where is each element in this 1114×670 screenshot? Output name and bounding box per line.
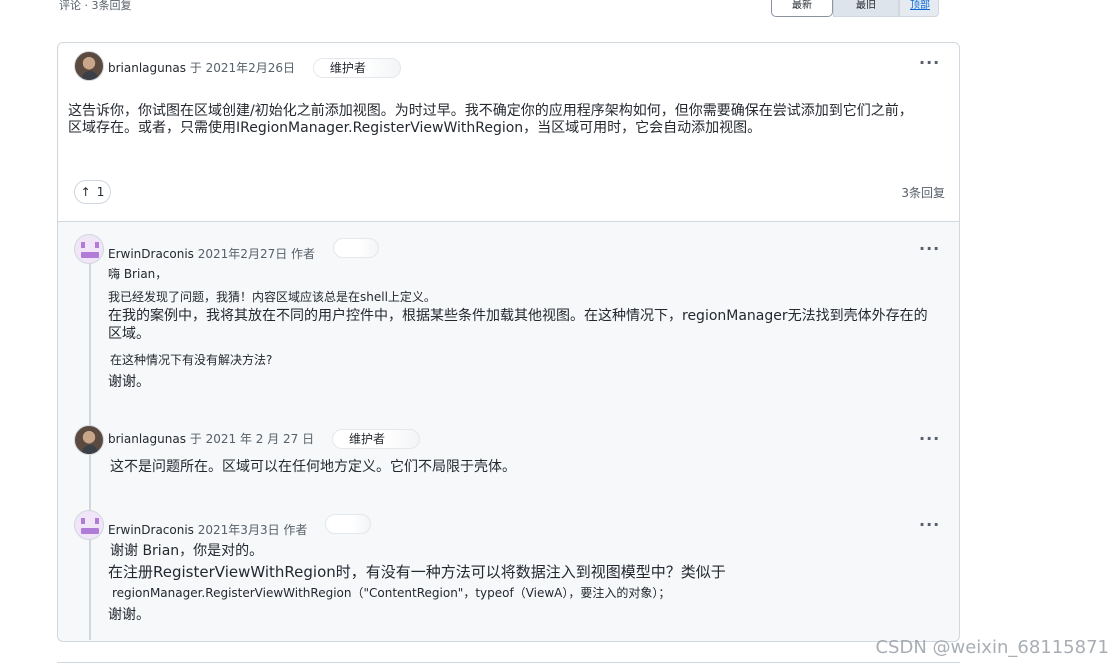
author-badge bbox=[332, 238, 379, 258]
upvote-count: 1 bbox=[96, 185, 105, 199]
comment-date[interactable]: 于 2021年2月26日 bbox=[190, 61, 295, 75]
maintainer-badge: 维护者 bbox=[331, 429, 420, 449]
more-options-icon[interactable]: ··· bbox=[919, 429, 940, 448]
reply-header: brianlagunas 于 2021 年 2 月 27 日 维护者 bbox=[108, 429, 420, 449]
comment-header: brianlagunas 于 2021年2月26日 维护者 bbox=[108, 58, 401, 78]
author-name[interactable]: ErwinDraconis bbox=[108, 523, 194, 537]
comment-date[interactable]: 2021年2月27日 作者 bbox=[198, 247, 315, 261]
comment-line: 这告诉你，你试图在区域创建/初始化之前添加视图。为时过早。我不确定你的应用程序架… bbox=[68, 103, 913, 119]
watermark: CSDN @weixin_68115871 bbox=[875, 637, 1109, 658]
maintainer-badge: 维护者 bbox=[312, 58, 401, 78]
sort-oldest-button[interactable]: 最旧 bbox=[833, 0, 899, 17]
reply-line: 区域。 bbox=[108, 326, 150, 342]
reply-line: regionManager.RegisterViewWithRegion（"Co… bbox=[112, 586, 671, 600]
sort-top-button[interactable]: 顶部 bbox=[899, 0, 939, 17]
comment-date[interactable]: 于 2021 年 2 月 27 日 bbox=[190, 432, 314, 446]
author-name[interactable]: ErwinDraconis bbox=[108, 247, 194, 261]
author-name[interactable]: brianlagunas bbox=[108, 432, 186, 446]
reply-line: 我已经发现了问题，我猜！内容区域应该总是在shell上定义。 bbox=[108, 290, 436, 304]
main-comment: brianlagunas 于 2021年2月26日 维护者 ··· 这告诉你，你… bbox=[58, 43, 959, 222]
reply-count: 3条回复 bbox=[901, 186, 945, 200]
more-options-icon[interactable]: ··· bbox=[919, 239, 940, 258]
discussion-thread: brianlagunas 于 2021年2月26日 维护者 ··· 这告诉你，你… bbox=[57, 42, 960, 642]
divider bbox=[57, 662, 960, 663]
reply-line: 谢谢。 bbox=[108, 374, 150, 390]
comment-date[interactable]: 2021年3月3日 作者 bbox=[198, 523, 308, 537]
more-options-icon[interactable]: ··· bbox=[919, 53, 940, 72]
reply-header: ErwinDraconis 2021年3月3日 作者 bbox=[108, 514, 372, 537]
reply-line: 谢谢。 bbox=[108, 607, 150, 623]
reply-line: 这不是问题所在。区域可以在任何地方定义。它们不局限于壳体。 bbox=[110, 459, 516, 475]
upvote-button[interactable]: ↑ 1 bbox=[74, 180, 111, 204]
more-options-icon[interactable]: ··· bbox=[919, 515, 940, 534]
avatar[interactable] bbox=[74, 425, 104, 455]
reply-line: 在我的案例中，我将其放在不同的用户控件中，根据某些条件加载其他视图。在这种情况下… bbox=[108, 308, 928, 324]
avatar[interactable] bbox=[74, 234, 104, 264]
sort-latest-button[interactable]: 最新 bbox=[771, 0, 833, 17]
comment-body: 这告诉你，你试图在区域创建/初始化之前添加视图。为时过早。我不确定你的应用程序架… bbox=[68, 103, 913, 137]
sort-group: 最新 最旧 顶部 bbox=[771, 0, 939, 17]
author-name[interactable]: brianlagunas bbox=[108, 61, 186, 75]
comments-meta: 评论 · 3条回复 bbox=[59, 0, 132, 12]
comment-line: 区域存在。或者，只需使用IRegionManager.RegisterViewW… bbox=[68, 120, 762, 136]
arrow-up-icon: ↑ bbox=[80, 185, 91, 199]
avatar[interactable] bbox=[74, 51, 104, 81]
reply-line: 嗨 Brian， bbox=[108, 267, 168, 281]
reply-header: ErwinDraconis 2021年2月27日 作者 bbox=[108, 238, 379, 261]
reply-line: 谢谢 Brian，你是对的。 bbox=[110, 543, 264, 559]
thread-toolbar: 评论 · 3条回复 最新 最旧 顶部 bbox=[0, 0, 1114, 20]
author-badge bbox=[325, 514, 372, 534]
reply-line: 在注册RegisterViewWithRegion时，有没有一种方法可以将数据注… bbox=[108, 563, 726, 581]
avatar[interactable] bbox=[74, 510, 104, 540]
reply-line: 在这种情况下有没有解决方法? bbox=[110, 353, 273, 367]
